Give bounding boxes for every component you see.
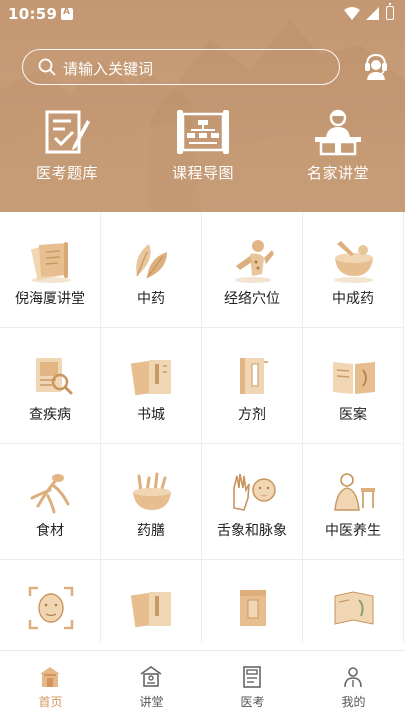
grid-item-meridian-points[interactable]: 经络穴位 [202,212,303,328]
search-input[interactable]: 请输入关键词 [22,49,340,85]
mortar-icon [334,241,374,283]
grid-item-medical-cases[interactable]: 医案 [303,328,404,444]
grid-item-ingredients[interactable]: 食材 [0,444,101,560]
hand-face-icon [233,473,276,511]
grid-item-herb-box[interactable] [202,560,303,642]
tab-label: 我的 [341,695,366,709]
herb-box-icon [240,590,266,626]
top-nav-label: 医考题库 [35,164,98,182]
grid-item-label: 药膳 [137,523,165,539]
grid-item-medicinal-diet[interactable]: 药膳 [101,444,202,560]
grid-item-label: 中药 [137,291,165,307]
bottom-tab-bar: 首页 讲堂 医考 我的 [0,650,405,720]
tab-medical-exam[interactable]: 医考 [202,651,303,720]
search-icon [38,58,56,76]
signal-icon [366,7,379,20]
prescription-book-icon [240,358,268,394]
lecturer-icon [315,109,361,156]
grid-item-wellness[interactable]: 中医养生 [303,444,404,560]
status-bar: 10:59 [0,0,405,28]
grid-item-herbs[interactable]: 中药 [101,212,202,328]
tab-label: 首页 [38,695,63,709]
books-icon [130,360,171,396]
tab-profile[interactable]: 我的 [303,651,404,720]
tab-label: 医考 [240,695,265,709]
top-nav-label: 课程导图 [171,164,234,182]
home-icon [40,667,60,687]
scroll-map-icon [177,110,229,154]
top-nav-lecture[interactable]: 名家讲堂 [273,108,403,198]
grid-item-herb-book[interactable] [303,560,404,642]
herb-book-icon [334,591,374,625]
herb-leaves-icon [136,244,167,279]
tab-label: 讲堂 [139,695,164,709]
grid-item-classics[interactable] [101,560,202,642]
grid-item-label: 舌象和脉象 [217,523,287,539]
grid-item-label: 方剂 [238,407,266,423]
wifi-icon [344,7,360,20]
grid-item-face-scan[interactable] [0,560,101,642]
tab-lecture-hall[interactable]: 讲堂 [101,651,202,720]
grid-item-ni-haixia-lecture[interactable]: 倪海厦讲堂 [0,212,101,328]
battery-icon [386,3,394,20]
ginseng-icon [30,474,70,514]
grid-item-disease-search[interactable]: 查疾病 [0,328,101,444]
profile-icon [344,667,362,688]
exam-paper-icon [243,666,261,688]
grid-item-formulas[interactable]: 方剂 [202,328,303,444]
header: 10:59 请输入关键词 医考题库 [0,0,405,212]
face-scan-icon [28,586,74,630]
lecture-hall-icon [140,666,162,687]
grid-item-label: 书城 [137,407,165,423]
customer-service-icon[interactable] [360,50,392,82]
open-book-icon [333,362,375,394]
grid-item-label: 查疾病 [29,407,71,423]
notification-icon [61,7,73,20]
grid-item-label: 经络穴位 [224,291,280,307]
grid-item-tongue-pulse[interactable]: 舌象和脉象 [202,444,303,560]
disease-search-icon [36,358,73,395]
search-placeholder: 请输入关键词 [63,60,154,78]
top-nav-label: 名家讲堂 [306,164,369,182]
classics-book-icon [130,592,171,628]
grid-item-label: 中医养生 [325,523,381,539]
tab-home[interactable]: 首页 [0,651,101,720]
feature-grid: 倪海厦讲堂 中药 经络穴位 中成药 查疾病 书城 方剂 医案 食材 药膳 舌象和… [0,212,405,642]
scroll-icon [30,242,71,283]
grid-item-label: 食材 [36,523,64,539]
herbal-bowl-icon [133,472,171,510]
grid-item-label: 医案 [339,407,367,423]
grid-item-label: 倪海厦讲堂 [15,291,85,307]
meridian-figure-icon [235,240,274,283]
sage-icon [334,473,375,511]
top-nav-course-map[interactable]: 课程导图 [138,108,268,198]
grid-item-label: 中成药 [332,291,374,307]
exam-icon [45,110,90,154]
grid-item-bookstore[interactable]: 书城 [101,328,202,444]
top-nav-exam[interactable]: 医考题库 [2,108,132,198]
status-time: 10:59 [8,5,58,23]
grid-item-patent-medicine[interactable]: 中成药 [303,212,404,328]
